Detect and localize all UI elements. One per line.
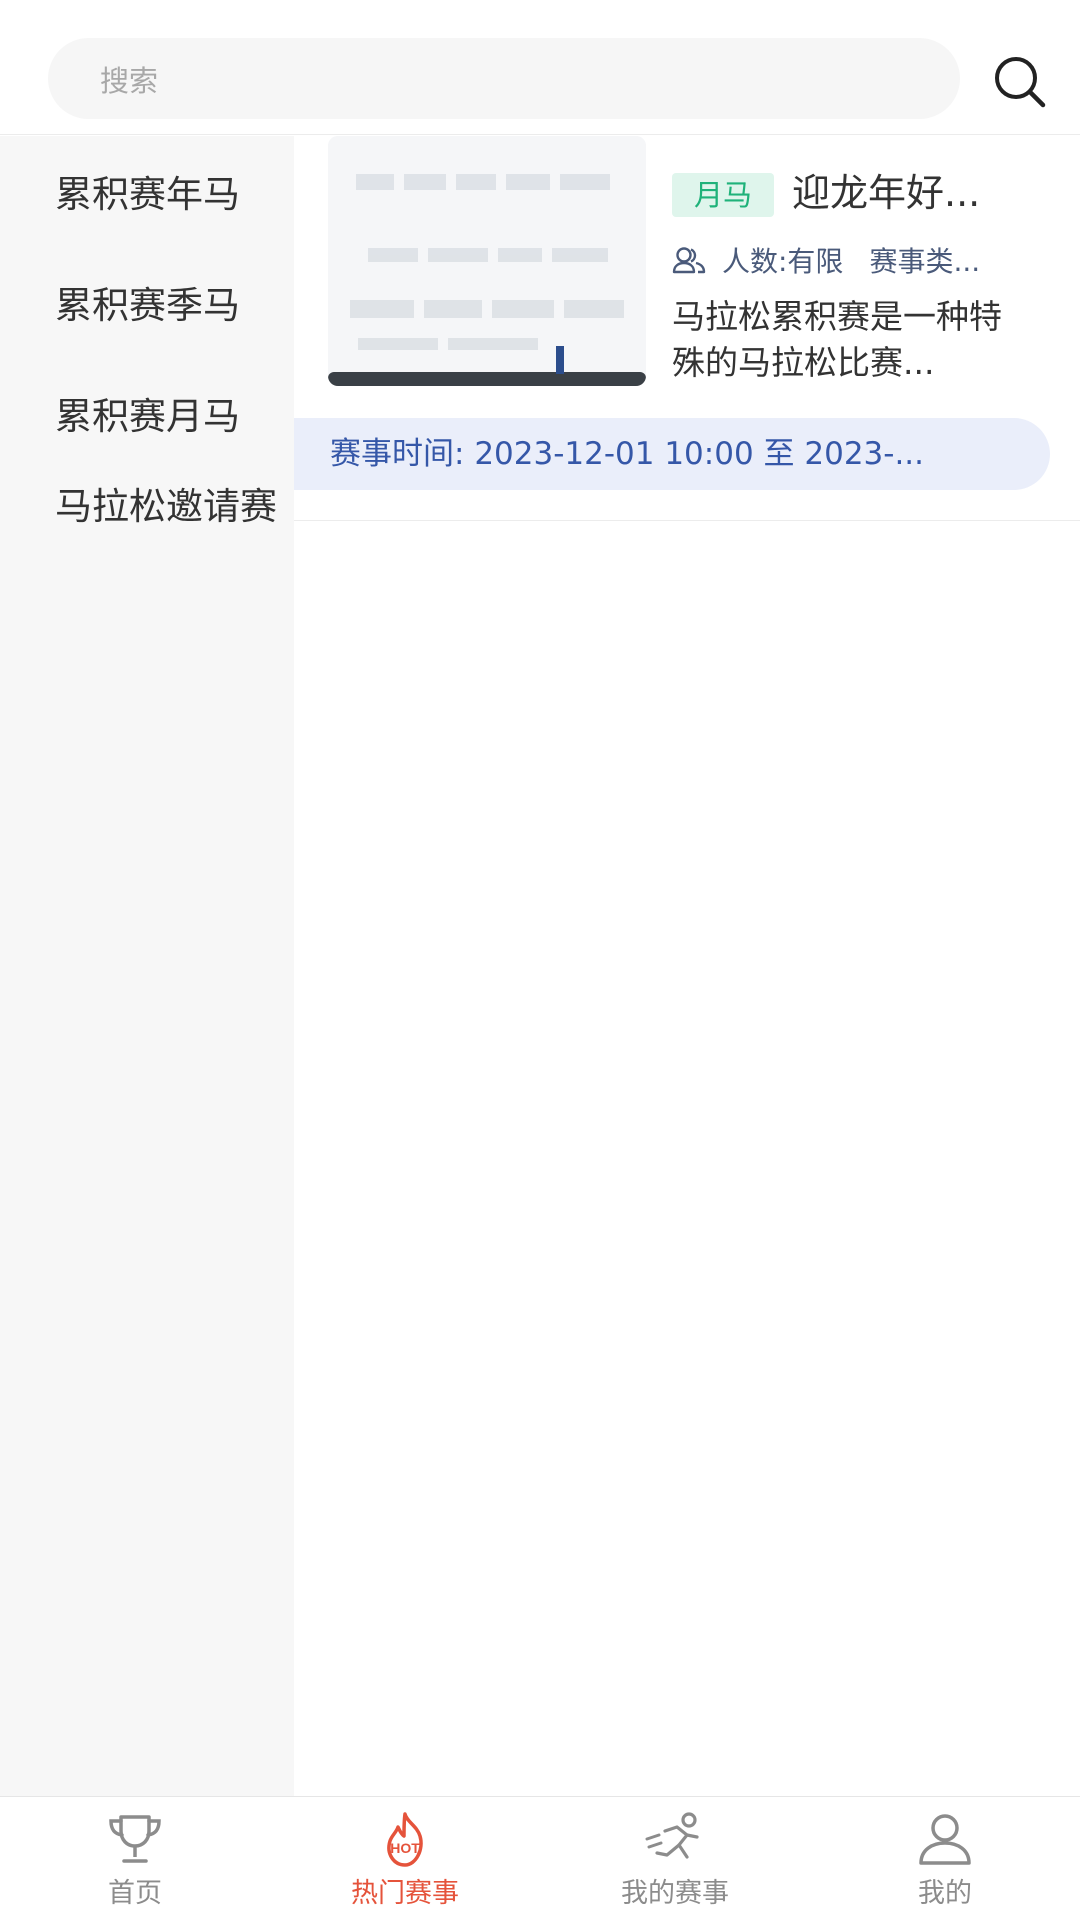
event-people: 人数:有限: [722, 245, 844, 278]
tab-hot-events-label: 热门赛事: [351, 1878, 459, 1909]
profile-icon: [919, 1814, 971, 1865]
event-time-range: 2023-12-01 10:00 至 2023-...: [474, 436, 925, 472]
tab-my-events[interactable]: 我的赛事: [540, 1797, 810, 1920]
sidebar-item-annual[interactable]: 累积赛年马: [55, 172, 280, 218]
tab-home-label: 首页: [108, 1878, 162, 1909]
event-type-tag: 月马: [672, 173, 774, 217]
search-header: 搜索: [0, 0, 1080, 135]
runner-icon: [645, 1812, 699, 1859]
search-icon: [995, 57, 1046, 108]
event-category: 赛事类...: [869, 245, 981, 278]
people-icon: [672, 247, 706, 274]
sidebar-item-season[interactable]: 累积赛季马: [55, 283, 280, 329]
bottom-tab-bar: 首页 HOT 热门赛事 我的赛事 我的: [0, 1796, 1080, 1920]
event-meta: 人数:有限 赛事类...: [672, 240, 1042, 280]
tab-my-events-label: 我的赛事: [621, 1878, 729, 1909]
event-description: 马拉松累积赛是一种特殊的马拉松比赛...: [672, 297, 1002, 382]
svg-text:HOT: HOT: [390, 1840, 420, 1856]
event-time-label: 赛事时间:: [330, 436, 465, 472]
event-title: 迎龙年好...: [792, 171, 981, 215]
category-sidebar: 累积赛年马 累积赛季马 累积赛月马 马拉松邀请赛: [0, 136, 294, 1796]
tab-profile-label: 我的: [918, 1878, 972, 1909]
event-thumbnail: [328, 136, 646, 386]
search-placeholder: 搜索: [100, 63, 159, 98]
sidebar-item-invitational[interactable]: 马拉松邀请赛: [55, 484, 280, 530]
app-root: 搜索 累积赛年马 累积赛季马 累积赛月马 马拉松邀请赛 月马 迎龙年好... 人…: [0, 0, 1080, 1920]
trophy-icon: [109, 1815, 161, 1863]
sidebar-item-monthly[interactable]: 累积赛月马: [55, 394, 280, 440]
tab-hot-events[interactable]: HOT 热门赛事: [270, 1797, 540, 1920]
event-list: 月马 迎龙年好... 人数:有限 赛事类... 马拉松累积赛是一种特殊的马拉松比…: [294, 136, 1080, 1796]
tab-home[interactable]: 首页: [0, 1797, 270, 1920]
search-button[interactable]: [990, 52, 1050, 112]
tab-profile[interactable]: 我的: [810, 1797, 1080, 1920]
event-time-bar: 赛事时间: 2023-12-01 10:00 至 2023-...: [294, 418, 1050, 490]
hot-icon: HOT: [387, 1812, 423, 1867]
event-card[interactable]: 月马 迎龙年好... 人数:有限 赛事类... 马拉松累积赛是一种特殊的马拉松比…: [294, 136, 1080, 521]
search-input[interactable]: 搜索: [48, 38, 960, 119]
